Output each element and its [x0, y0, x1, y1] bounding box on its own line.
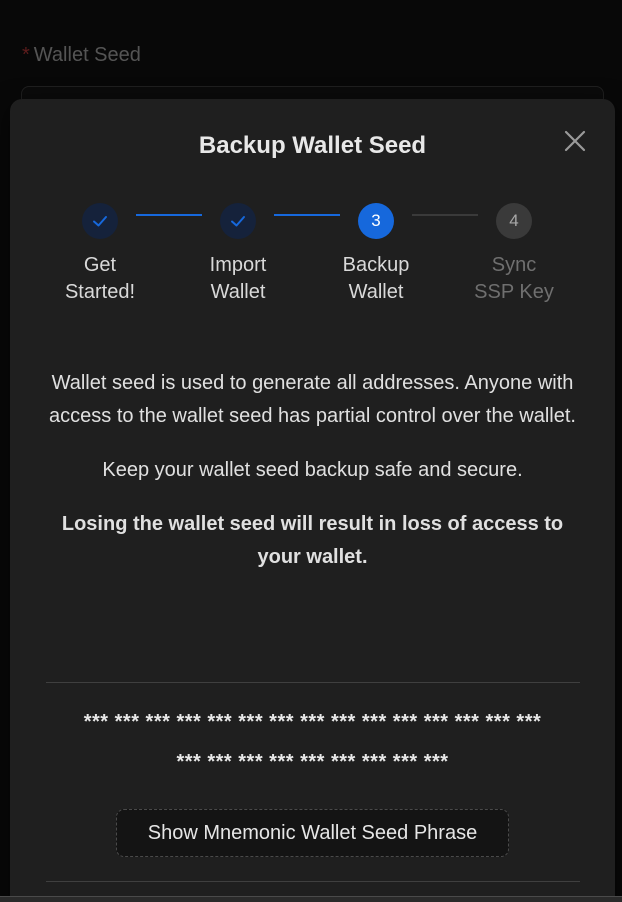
step-1-label: Get Started! [40, 252, 160, 306]
step-3-label: Backup Wallet [316, 252, 436, 306]
show-mnemonic-button[interactable]: Show Mnemonic Wallet Seed Phrase [116, 809, 509, 857]
divider-top [46, 682, 580, 683]
bottom-edge [0, 896, 622, 902]
description-paragraph-2: Keep your wallet seed backup safe and se… [102, 459, 523, 481]
check-icon [93, 216, 107, 227]
masked-seed-line-1: *** *** *** *** *** *** *** *** *** *** … [83, 711, 542, 733]
close-icon [564, 130, 586, 152]
close-button[interactable] [563, 129, 587, 153]
description-paragraph-1: Wallet seed is used to generate all addr… [49, 372, 576, 427]
step-3-indicator: 3 [358, 203, 394, 239]
description: Wallet seed is used to generate all addr… [40, 367, 585, 595]
masked-seed-phrase: *** *** *** *** *** *** *** *** *** *** … [40, 702, 585, 782]
step-2-label: Import Wallet [178, 252, 298, 306]
step-1-label-line2: Started! [64, 281, 136, 303]
step-get-started: Get Started! [40, 203, 160, 306]
step-1-indicator [82, 203, 118, 239]
masked-seed-line-2: *** *** *** *** *** *** *** *** *** [176, 751, 449, 773]
step-backup-wallet: 3 Backup Wallet [316, 203, 436, 306]
step-4-label-line1: Sync [491, 254, 537, 276]
seed-loss-warning: Losing the wallet seed will result in lo… [61, 513, 564, 568]
page: * Wallet Seed Backup Wallet Seed Get Star… [0, 0, 622, 902]
step-import-wallet: Import Wallet [178, 203, 298, 306]
check-icon [231, 216, 245, 227]
step-4-label: Sync SSP Key [454, 252, 574, 306]
step-4-indicator: 4 [496, 203, 532, 239]
step-2-label-line2: Wallet [210, 281, 266, 303]
step-3-label-line2: Wallet [348, 281, 404, 303]
step-4-label-line2: SSP Key [474, 281, 554, 303]
step-2-indicator [220, 203, 256, 239]
step-2-label-line1: Import [209, 254, 267, 276]
step-3-label-line1: Backup [342, 254, 410, 276]
step-sync-ssp-key: 4 Sync SSP Key [454, 203, 574, 306]
modal-title: Backup Wallet Seed [198, 132, 427, 159]
divider-bottom [46, 881, 580, 882]
backup-wallet-seed-modal: Backup Wallet Seed Get Started! Import W… [10, 99, 615, 902]
step-1-label-line1: Get [83, 254, 117, 276]
